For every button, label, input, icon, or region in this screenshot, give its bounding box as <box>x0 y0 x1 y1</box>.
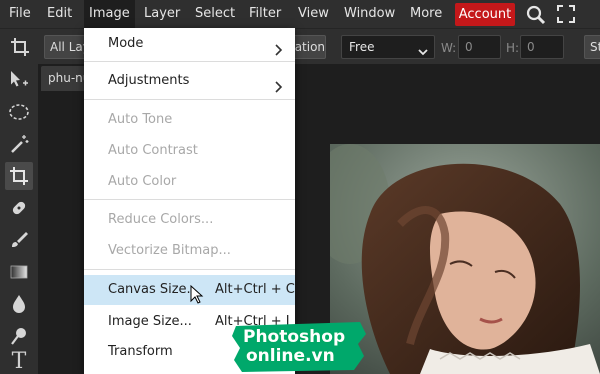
watermark-line-1: Photoshop <box>243 327 346 347</box>
menu-divider <box>84 61 295 62</box>
smudge-icon[interactable] <box>5 322 33 350</box>
brush-icon[interactable] <box>5 226 33 254</box>
canvas-image[interactable] <box>330 144 600 374</box>
menu-image[interactable]: Image <box>84 0 135 28</box>
menu-window[interactable]: Window <box>344 0 395 28</box>
menu-item-shortcut: Alt+Ctrl + C <box>215 282 295 297</box>
menu-item-mode[interactable]: Mode <box>84 29 295 59</box>
menu-divider <box>84 199 295 200</box>
tools-panel: T <box>0 64 38 374</box>
crop-tool-icon[interactable] <box>5 162 33 190</box>
menu-divider <box>84 99 295 100</box>
text-tool-icon[interactable]: T <box>5 348 33 374</box>
text-tool-glyph: T <box>11 349 27 374</box>
gradient-icon[interactable] <box>5 258 33 286</box>
crop-icon <box>10 37 30 61</box>
fullscreen-icon[interactable] <box>557 5 575 27</box>
menu-item-auto-tone: Auto Tone <box>108 112 173 127</box>
width-input[interactable]: 0 <box>458 35 501 59</box>
menu-item-label: Adjustments <box>108 73 190 88</box>
menu-filter[interactable]: Filter <box>249 0 281 28</box>
menu-item-auto-color: Auto Color <box>108 174 177 189</box>
ratio-value: Free <box>349 40 375 54</box>
menu-item-label: Image Size... <box>108 314 192 329</box>
mouse-cursor-icon <box>190 284 204 309</box>
search-icon[interactable] <box>526 5 546 29</box>
marquee-icon[interactable] <box>5 98 33 126</box>
menu-item-vectorize-bitmap: Vectorize Bitmap... <box>108 243 231 258</box>
menu-select[interactable]: Select <box>195 0 235 28</box>
menu-item-auto-contrast: Auto Contrast <box>108 143 198 158</box>
menu-item-reduce-colors: Reduce Colors... <box>108 212 214 227</box>
move-tool-icon[interactable] <box>5 66 33 94</box>
watermark-line-2: online.vn <box>246 346 335 366</box>
all-layers-select[interactable]: All Layers <box>44 35 86 59</box>
chevron-down-icon <box>418 42 428 64</box>
menu-item-adjustments[interactable]: Adjustments <box>84 66 295 96</box>
height-label: H: <box>506 41 520 55</box>
width-label: W: <box>441 41 457 55</box>
height-input[interactable]: 0 <box>520 35 564 59</box>
menu-edit[interactable]: Edit <box>47 0 72 28</box>
ratio-select[interactable]: Free <box>341 35 435 59</box>
menu-view[interactable]: View <box>298 0 329 28</box>
menu-item-label: Mode <box>108 36 144 51</box>
healing-brush-icon[interactable] <box>5 194 33 222</box>
menu-layer[interactable]: Layer <box>144 0 180 28</box>
menu-item-label: Canvas Size... <box>108 282 199 297</box>
magic-wand-icon[interactable] <box>5 130 33 158</box>
menu-more[interactable]: More <box>410 0 442 28</box>
menu-bar: File Edit Image Layer Select Filter View… <box>0 0 600 28</box>
blur-drop-icon[interactable] <box>5 290 33 318</box>
menu-file[interactable]: File <box>9 0 31 28</box>
menu-divider <box>84 269 295 270</box>
chevron-right-icon <box>275 75 283 105</box>
account-button[interactable]: Account <box>455 3 515 26</box>
chevron-right-icon <box>275 38 283 68</box>
straighten-button[interactable]: Straighten <box>584 35 600 59</box>
